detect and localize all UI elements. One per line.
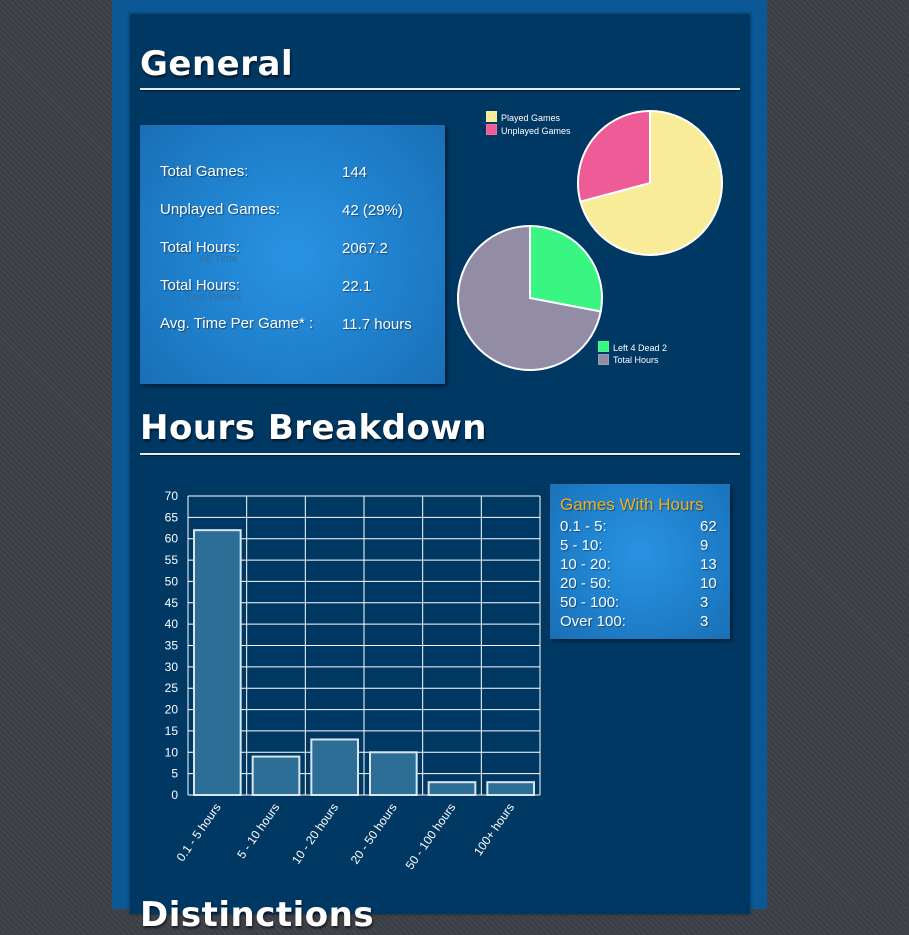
- stat-value-total-games: 144: [342, 164, 368, 181]
- x-tick-label: 100+ hours: [471, 801, 517, 858]
- stat-value-avg-time: 11.7 hours: [342, 316, 412, 333]
- legend-label-played: Played Games: [501, 113, 561, 123]
- gwh-row-value: 3: [700, 613, 709, 630]
- gwh-row-label: 0.1 - 5:: [560, 518, 607, 535]
- hours-breakdown-section-title: Hours Breakdown: [140, 408, 487, 448]
- gwh-row-value: 62: [700, 518, 717, 535]
- y-tick-label: 60: [165, 532, 179, 546]
- legend-swatch-game: [598, 341, 609, 352]
- bar-2: [310, 738, 359, 797]
- y-tick-label: 70: [165, 489, 179, 503]
- stat-sub-all-time: All Time: [199, 253, 239, 265]
- stat-value-unplayed-games: 42 (29%): [342, 202, 403, 219]
- x-tick-label: 0.1 - 5 hours: [174, 801, 224, 864]
- y-tick-label: 20: [165, 703, 179, 717]
- hours-breakdown-divider: [140, 453, 740, 455]
- gwh-row-label: Over 100:: [560, 613, 626, 630]
- games-with-hours-title: Games With Hours: [560, 495, 704, 514]
- bar-0: [193, 529, 242, 797]
- y-tick-label: 10: [165, 745, 179, 759]
- general-divider: [140, 88, 740, 90]
- y-tick-label: 25: [165, 681, 179, 695]
- y-tick-label: 50: [165, 574, 179, 588]
- bar-1: [251, 755, 301, 796]
- general-stats-box: Total Games: 144 Unplayed Games: 42 (29%…: [140, 125, 445, 384]
- y-tick-label: 40: [165, 617, 179, 631]
- bar-5: [486, 781, 536, 796]
- gwh-row-label: 10 - 20:: [560, 556, 611, 573]
- legend-swatch-unplayed: [486, 124, 497, 135]
- stat-value-total-hours-all-time: 2067.2: [342, 240, 388, 257]
- stat-label-avg-time: Avg. Time Per Game* :: [160, 315, 314, 332]
- hours-breakdown-bar-chart: 0 5 10 15 20 25 30 35 40 45 50 55 60 65 70 0.1 - 5 hour…: [165, 489, 541, 872]
- bar-3: [369, 751, 418, 796]
- y-tick-label: 15: [165, 724, 179, 738]
- gwh-row-value: 9: [700, 537, 709, 554]
- legend-label-game: Left 4 Dead 2: [613, 343, 668, 353]
- legend-swatch-played: [486, 111, 497, 122]
- y-tick-label: 30: [165, 660, 179, 674]
- gwh-row-value: 3: [700, 594, 709, 611]
- bar-4: [427, 781, 477, 796]
- x-tick-label: 10 - 20 hours: [289, 801, 341, 867]
- hours-pie-chart: [457, 224, 603, 371]
- gwh-row-label: 5 - 10:: [560, 537, 603, 554]
- y-tick-label: 5: [171, 767, 178, 781]
- y-tick-label: 45: [165, 596, 179, 610]
- legend-swatch-total-hours: [598, 354, 609, 365]
- gwh-row-value: 13: [700, 556, 717, 573]
- stat-sub-two-weeks: Two Weeks: [185, 291, 242, 303]
- general-section-title: General: [140, 44, 294, 84]
- stat-label-unplayed-games: Unplayed Games:: [160, 201, 281, 218]
- x-tick-label: 50 - 100 hours: [403, 801, 459, 872]
- distinctions-section-title: Distinctions: [140, 895, 375, 935]
- y-tick-label: 65: [165, 510, 179, 524]
- gwh-row-label: 50 - 100:: [560, 594, 620, 611]
- x-tick-label: 5 - 10 hours: [234, 801, 282, 861]
- legend-label-unplayed: Unplayed Games: [501, 126, 571, 136]
- y-tick-label: 0: [171, 788, 178, 802]
- legend-label-total-hours: Total Hours: [613, 355, 659, 365]
- games-with-hours-box: Games With Hours 0.1 - 5: 62 5 - 10: 9 1…: [550, 484, 730, 639]
- y-tick-label: 55: [165, 553, 179, 567]
- x-tick-label: 20 - 50 hours: [348, 801, 400, 867]
- pie-slice-left-4-dead-2: [529, 224, 603, 313]
- y-tick-label: 35: [165, 639, 179, 653]
- stat-value-total-hours-two-weeks: 22.1: [342, 278, 372, 295]
- gwh-row-label: 20 - 50:: [560, 575, 611, 592]
- stat-label-total-games: Total Games:: [160, 163, 249, 180]
- gwh-row-value: 10: [700, 575, 717, 592]
